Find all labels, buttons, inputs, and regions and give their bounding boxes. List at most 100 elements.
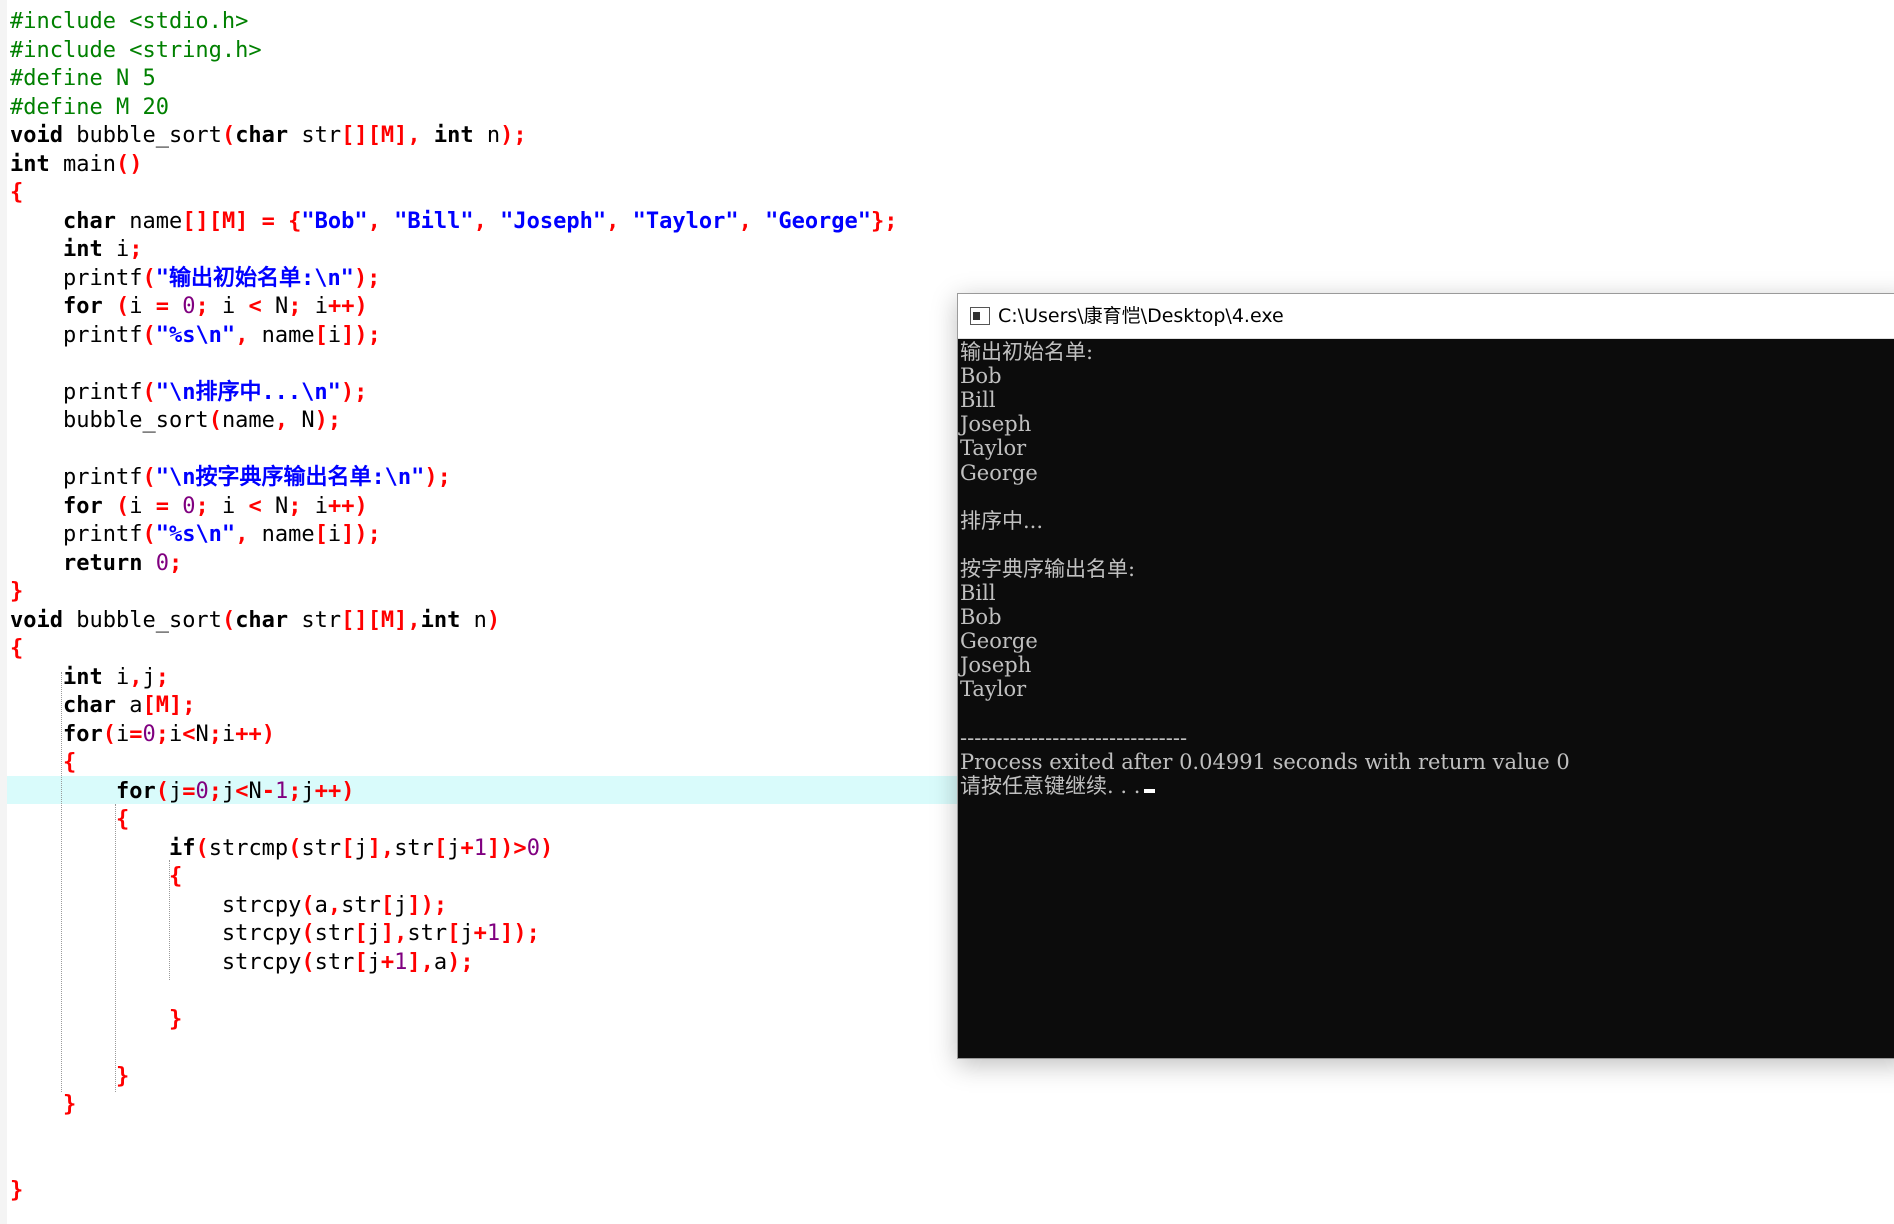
code-token-pun: ]); <box>341 522 381 547</box>
code-token-plain: j <box>447 835 461 861</box>
code-line[interactable]: bubble_sort(name, N); <box>10 407 341 435</box>
code-line[interactable]: #include <string.h> <box>10 37 262 65</box>
code-token-plain: printf <box>10 265 143 291</box>
code-token-plain: j <box>221 778 236 804</box>
code-line[interactable]: strcpy(str[j],str[j+1]); <box>10 920 540 948</box>
code-token-pun: ( <box>221 123 236 148</box>
code-line[interactable]: char a[M]; <box>10 692 195 720</box>
code-line[interactable]: printf("\n排序中...\n"); <box>10 379 367 407</box>
code-token-str: "George" <box>765 208 872 234</box>
code-token-pun: = <box>129 721 143 747</box>
code-line[interactable]: if(strcmp(str[j],str[j+1])>0) <box>10 835 553 863</box>
code-line[interactable]: printf("%s\n", name[i]); <box>10 322 381 350</box>
code-line[interactable]: int main() <box>10 151 142 179</box>
code-token-pun: , <box>274 408 289 433</box>
code-token-plain: a <box>433 949 448 975</box>
code-line[interactable]: void bubble_sort(char str[][M], int n); <box>10 122 527 150</box>
code-token-pun: [ <box>314 522 328 547</box>
code-token-plain: i <box>301 294 328 319</box>
console-output-line: Process exited after 0.04991 seconds wit… <box>960 749 1570 774</box>
code-token-pun: ); <box>447 949 474 975</box>
code-line[interactable]: { <box>10 749 76 777</box>
code-token-str: "Bill" <box>394 208 474 234</box>
code-token-kw: int <box>420 607 461 633</box>
code-token-pun: ; <box>288 294 302 319</box>
code-line[interactable]: printf("输出初始名单:\n"); <box>10 265 380 293</box>
console-output-line: Bob <box>960 605 1002 630</box>
code-line[interactable]: #define N 5 <box>10 65 156 93</box>
code-token-kw: char <box>62 693 116 718</box>
console-output-line: George <box>960 629 1038 654</box>
code-line[interactable]: printf("%s\n", name[i]); <box>10 521 381 549</box>
console-output-line: Bill <box>960 388 996 413</box>
code-line[interactable]: return 0; <box>10 550 182 578</box>
console-titlebar[interactable]: C:\Users\康育恺\Desktop\4.exe <box>958 294 1894 339</box>
code-token-plain: name <box>248 522 315 547</box>
code-token-plain: N <box>195 721 209 747</box>
code-token-pun: [ <box>314 322 328 348</box>
code-line[interactable]: { <box>10 863 182 891</box>
code-token-pun: ( <box>301 892 315 918</box>
console-output-line: Bill <box>960 581 996 605</box>
code-token-plain: str <box>288 123 342 148</box>
code-token-plain: strcpy <box>10 892 302 918</box>
code-line[interactable]: } <box>10 578 23 606</box>
code-line[interactable]: #define M 20 <box>10 94 169 122</box>
code-token-pun: ], <box>380 921 408 946</box>
console-output: 输出初始名单: Bob Bill Joseph Taylor George 排序中... 按字… <box>960 340 1894 1058</box>
code-token-pun: + <box>473 921 487 946</box>
code-token-pun: , <box>327 892 342 918</box>
code-line[interactable]: strcpy(str[j+1],a); <box>10 949 474 977</box>
code-token-str: "Joseph" <box>500 208 607 234</box>
code-token-plain: str <box>341 892 381 918</box>
code-line[interactable]: strcpy(a,str[j]); <box>10 892 447 920</box>
code-token-pun: [][M], <box>341 607 421 633</box>
code-token-pun: [ <box>354 921 368 946</box>
console-output-line: George <box>960 460 1038 485</box>
console-window[interactable]: C:\Users\康育恺\Desktop\4.exe 输出初始名单: Bob Bil… <box>957 293 1894 1059</box>
code-token-pun: ) <box>539 835 554 861</box>
console-output-line: 请按任意键继续. . . <box>960 774 1156 798</box>
code-token-pun: ; <box>208 721 222 747</box>
code-line[interactable]: void bubble_sort(char str[][M],int n) <box>10 607 500 635</box>
code-line[interactable]: } <box>10 1063 129 1091</box>
code-token-pun: ); <box>500 123 527 148</box>
code-token-plain: i <box>327 522 342 547</box>
code-token-plain: printf <box>10 322 143 348</box>
code-token-plain: N <box>261 493 289 519</box>
code-line[interactable]: for(i=0;i<N;i++) <box>10 721 275 749</box>
code-line[interactable]: { <box>10 806 129 834</box>
code-line[interactable]: for(j=0;j<N-1;j++) <box>10 778 355 806</box>
code-line[interactable]: for (i = 0; i < N; i++) <box>10 493 368 521</box>
code-token-pun: ])> <box>486 835 527 861</box>
code-line[interactable]: } <box>10 1091 76 1119</box>
code-token-pun: = <box>182 778 196 804</box>
code-token-pun: = <box>155 294 169 319</box>
code-token-plain: N <box>288 408 315 433</box>
code-token-str: "输出初始名单:\n" <box>155 265 354 291</box>
code-token-kw: for <box>62 294 103 319</box>
code-line[interactable]: { <box>10 635 23 663</box>
code-line[interactable]: { <box>10 179 23 207</box>
code-token-num: 0 <box>526 835 540 861</box>
code-token-pun: [M]; <box>142 693 196 718</box>
code-line[interactable]: for (i = 0; i < N; i++) <box>10 293 368 321</box>
code-token-plain: name <box>221 408 275 433</box>
code-token-pun: ++) <box>327 294 368 319</box>
code-line[interactable]: } <box>10 1006 182 1034</box>
code-token-pun: , <box>235 322 249 348</box>
code-line[interactable]: char name[][M] = {"Bob", "Bill", "Joseph… <box>10 208 898 236</box>
code-line[interactable]: #include <stdio.h> <box>10 8 248 36</box>
code-token-plain: str <box>314 921 355 946</box>
code-line[interactable]: } <box>10 1177 23 1205</box>
code-line[interactable]: int i; <box>10 236 143 264</box>
code-token-pun: ( <box>115 493 130 519</box>
code-line[interactable]: printf("\n按字典序输出名单:\n"); <box>10 464 451 492</box>
code-line[interactable]: int i,j; <box>10 664 169 692</box>
code-token-plain: i <box>102 664 130 690</box>
